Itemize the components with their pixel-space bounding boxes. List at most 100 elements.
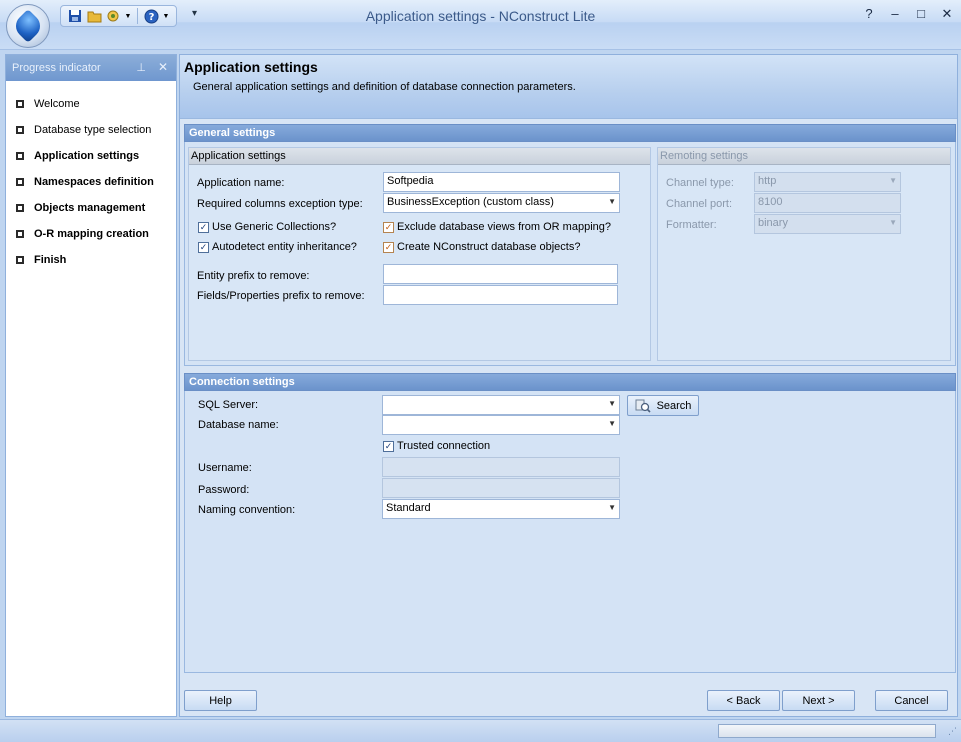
connection-settings-header: Connection settings — [184, 373, 956, 391]
pin-icon[interactable]: ⊥ — [136, 61, 146, 74]
application-settings-group: Application settings Application name: S… — [188, 147, 651, 361]
password-input[interactable] — [382, 478, 620, 498]
header-banner: Application settings General application… — [180, 55, 957, 119]
progress-item-label: Namespaces definition — [34, 176, 154, 188]
autodetect-inheritance-label: Autodetect entity inheritance? — [212, 241, 357, 253]
progress-item-label: O-R mapping creation — [34, 228, 149, 240]
application-name-input[interactable]: Softpedia — [383, 172, 620, 192]
formatter-value: binary — [758, 217, 788, 229]
formatter-label: Formatter: — [666, 219, 717, 231]
trusted-connection-checkbox[interactable]: ✓ Trusted connection — [383, 440, 490, 452]
channel-type-label: Channel type: — [666, 177, 734, 189]
progress-panel: Progress indicator ⊥ ✕ Welcome Database t… — [5, 54, 177, 717]
next-button[interactable]: Next > — [782, 690, 855, 711]
required-columns-select[interactable]: BusinessException (custom class) ▼ — [383, 193, 620, 213]
use-generic-collections-checkbox[interactable]: ✓ Use Generic Collections? — [198, 221, 336, 233]
step-checkbox-icon — [16, 256, 24, 264]
checkmark-icon: ✓ — [198, 241, 209, 253]
window-controls: ? – □ ✕ — [863, 6, 953, 22]
progress-item-label: Objects management — [34, 202, 146, 214]
minimize-button[interactable]: – — [889, 6, 901, 22]
remoting-settings-group: Remoting settings Channel type: http ▼ C… — [657, 147, 951, 361]
entity-prefix-input[interactable] — [383, 264, 618, 284]
chevron-down-icon: ▼ — [608, 419, 616, 428]
required-columns-label: Required columns exception type: — [197, 198, 363, 210]
chevron-down-icon: ▼ — [608, 197, 616, 206]
remoting-settings-group-title: Remoting settings — [658, 148, 950, 165]
naming-convention-select[interactable]: Standard ▼ — [382, 499, 620, 519]
progress-panel-title: Progress indicator — [12, 62, 101, 74]
create-db-objects-checkbox[interactable]: ✓ Create NConstruct database objects? — [383, 241, 580, 253]
sql-server-select[interactable]: ▼ — [382, 395, 620, 415]
search-button-label: Search — [656, 399, 692, 412]
channel-port-input[interactable]: 8100 — [754, 193, 901, 213]
application-name-label: Application name: — [197, 177, 285, 189]
database-name-select[interactable]: ▼ — [382, 415, 620, 435]
close-button[interactable]: ✕ — [941, 6, 953, 22]
channel-type-value: http — [758, 175, 777, 187]
step-checkbox-icon — [16, 100, 24, 108]
progress-item-label: Database type selection — [34, 124, 152, 136]
help-button[interactable]: ? — [863, 6, 875, 22]
close-icon[interactable]: ✕ — [158, 60, 168, 74]
progress-item-label: Finish — [34, 254, 67, 266]
fields-prefix-input[interactable] — [383, 285, 618, 305]
window-title: Application settings - NConstruct Lite — [365, 8, 596, 24]
general-settings-header: General settings — [184, 124, 956, 142]
chevron-down-icon: ▼ — [889, 176, 897, 185]
trusted-connection-label: Trusted connection — [397, 440, 491, 452]
page-description: General application settings and definit… — [193, 81, 576, 93]
help-footer-button[interactable]: Help — [184, 690, 257, 711]
progress-item: Application settings — [6, 143, 176, 169]
chevron-down-icon: ▼ — [889, 218, 897, 227]
general-settings-body: Application settings Application name: S… — [184, 142, 956, 366]
progress-item: Finish — [6, 247, 176, 273]
progress-item: O-R mapping creation — [6, 221, 176, 247]
resize-grip-icon[interactable]: ⋰ — [948, 726, 957, 737]
naming-convention-label: Naming convention: — [198, 504, 296, 516]
chevron-down-icon: ▼ — [608, 399, 616, 408]
checkmark-icon: ✓ — [198, 221, 209, 233]
autodetect-inheritance-checkbox[interactable]: ✓ Autodetect entity inheritance? — [198, 241, 357, 253]
maximize-button[interactable]: □ — [915, 6, 927, 22]
step-checkbox-icon — [16, 126, 24, 134]
progress-item: Namespaces definition — [6, 169, 176, 195]
progress-item: Objects management — [6, 195, 176, 221]
progress-panel-header: Progress indicator ⊥ ✕ — [6, 55, 176, 81]
username-label: Username: — [198, 462, 252, 474]
progress-item-label: Application settings — [34, 150, 140, 162]
chevron-down-icon: ▼ — [608, 503, 616, 512]
username-input[interactable] — [382, 457, 620, 477]
step-checkbox-icon — [16, 230, 24, 238]
use-generic-collections-label: Use Generic Collections? — [212, 221, 337, 233]
title-bar: ▼ ? ▼ ▾ Application settings - NConstruc… — [0, 0, 961, 50]
checkmark-icon: ✓ — [383, 241, 394, 253]
back-button[interactable]: < Back — [707, 690, 780, 711]
checkmark-icon: ✓ — [383, 221, 394, 233]
main-panel: Application settings General application… — [179, 54, 958, 717]
step-checkbox-icon — [16, 204, 24, 212]
sql-server-label: SQL Server: — [198, 399, 259, 411]
page-title: Application settings — [184, 59, 318, 75]
progress-item: Database type selection — [6, 117, 176, 143]
formatter-select[interactable]: binary ▼ — [754, 214, 901, 234]
exclude-views-label: Exclude database views from OR mapping? — [397, 221, 611, 233]
progress-item-label: Welcome — [34, 98, 80, 110]
required-columns-value: BusinessException (custom class) — [387, 196, 554, 208]
database-name-label: Database name: — [198, 419, 279, 431]
step-checkbox-icon — [16, 178, 24, 186]
password-label: Password: — [198, 484, 250, 496]
application-settings-group-title: Application settings — [189, 148, 650, 165]
checkmark-icon: ✓ — [383, 440, 394, 452]
exclude-views-checkbox[interactable]: ✓ Exclude database views from OR mapping… — [383, 221, 611, 233]
entity-prefix-label: Entity prefix to remove: — [197, 270, 310, 282]
cancel-button[interactable]: Cancel — [875, 690, 948, 711]
channel-port-label: Channel port: — [666, 198, 733, 210]
status-bar: ⋰ — [0, 719, 961, 742]
progress-item: Welcome — [6, 91, 176, 117]
search-button[interactable]: Search — [627, 395, 699, 416]
channel-type-select[interactable]: http ▼ — [754, 172, 901, 192]
naming-convention-value: Standard — [386, 502, 431, 514]
progress-bar — [718, 724, 936, 738]
step-checkbox-icon — [16, 152, 24, 160]
